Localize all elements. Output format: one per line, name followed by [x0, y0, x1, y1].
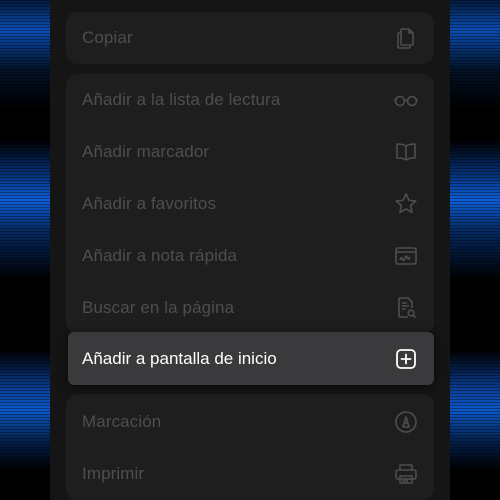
printer-icon	[392, 460, 420, 488]
share-sheet: Copiar Añadir a la lista de lectura Añad…	[50, 0, 450, 500]
menu-group-copy: Copiar	[66, 12, 434, 64]
copy-icon	[392, 24, 420, 52]
menu-item-label: Imprimir	[82, 464, 145, 483]
menu-item-label: Añadir a favoritos	[82, 194, 217, 213]
menu-item-add-favorites[interactable]: Añadir a favoritos	[66, 178, 434, 230]
menu-item-label: Añadir a pantalla de inicio	[82, 348, 277, 368]
menu-item-label: Buscar en la página	[82, 298, 235, 317]
menu-item-add-bookmark[interactable]: Añadir marcador	[66, 126, 434, 178]
menu-item-find-in-page[interactable]: Buscar en la página	[66, 282, 434, 334]
markup-pen-icon	[392, 408, 420, 436]
menu-group-more: Marcación Imprimir	[66, 394, 434, 500]
menu-item-label: Copiar	[82, 28, 133, 47]
menu-item-label: Marcación	[82, 412, 162, 431]
menu-group-actions: Añadir a la lista de lectura Añadir marc…	[66, 74, 434, 334]
bookmark-book-icon	[392, 138, 420, 166]
menu-item-print[interactable]: Imprimir	[66, 448, 434, 500]
menu-item-reading-list[interactable]: Añadir a la lista de lectura	[66, 74, 434, 126]
add-square-icon	[392, 345, 420, 373]
menu-item-quick-note[interactable]: Añadir a nota rápida	[66, 230, 434, 282]
menu-item-markup[interactable]: Marcación	[66, 396, 434, 448]
menu-item-label: Añadir a la lista de lectura	[82, 90, 281, 109]
menu-item-add-to-home-screen[interactable]: Añadir a pantalla de inicio	[68, 332, 434, 385]
menu-item-copy[interactable]: Copiar	[66, 12, 434, 64]
quick-note-icon	[392, 242, 420, 270]
menu-item-label: Añadir marcador	[82, 142, 210, 161]
menu-item-label: Añadir a nota rápida	[82, 246, 238, 265]
star-icon	[392, 190, 420, 218]
reading-list-glasses-icon	[392, 86, 420, 114]
wallpaper-right	[444, 0, 500, 500]
wallpaper-left	[0, 0, 56, 500]
find-in-page-icon	[392, 294, 420, 322]
